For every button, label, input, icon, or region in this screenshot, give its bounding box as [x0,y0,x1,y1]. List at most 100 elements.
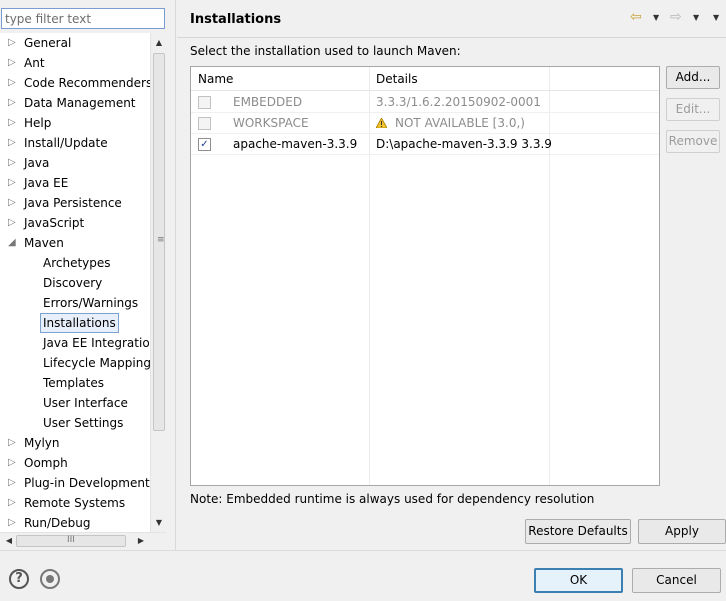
tree-item-label: Mylyn [24,436,60,450]
tree-item[interactable]: Discovery [0,273,150,293]
tree-item-label: Templates [43,376,105,390]
collapsed-twisty-icon[interactable]: ▷ [8,73,18,93]
tree-item-label: Oomph [24,456,68,470]
collapsed-twisty-icon[interactable]: ▷ [8,453,18,473]
tree-item[interactable]: Java EE Integration [0,333,150,353]
preferences-tree-pane: ▷ General ▷ Ant ▷ Code Recommenders ▷ Data Mana… [0,0,176,550]
tree-item-label: Java [24,156,50,170]
collapsed-twisty-icon[interactable]: ▷ [8,213,18,233]
collapsed-twisty-icon[interactable]: ▷ [8,113,18,133]
grip-icon: III [67,535,75,545]
table-row[interactable]: EMBEDDED 3.3.3/1.6.2.20150902-0001 [191,92,659,113]
column-header-details[interactable]: Details [369,67,418,91]
table-header: Name Details [191,67,659,91]
installation-details: NOT AVAILABLE [3.0,) [376,113,525,134]
collapsed-twisty-icon[interactable]: ▷ [8,33,18,53]
scroll-up-arrow-icon[interactable]: ▲ [151,36,167,50]
collapsed-twisty-icon[interactable]: ▷ [8,473,18,493]
scroll-left-arrow-icon[interactable]: ◀ [2,533,16,549]
installation-details: D:\apache-maven-3.3.9 3.3.9 [376,137,552,151]
table-row[interactable]: WORKSPACE NOT AVAILABLE [3.0,) [191,113,659,134]
tree-item-label: Errors/Warnings [43,296,139,310]
tree-item[interactable]: ▷ Remote Systems [0,493,150,513]
row-checkbox[interactable] [198,117,211,130]
collapsed-twisty-icon[interactable]: ▷ [8,493,18,513]
tree-horizontal-scrollbar[interactable]: ◀ III ▶ [0,532,166,548]
back-arrow-icon[interactable]: ⇦ [630,9,642,25]
tree-item[interactable]: Errors/Warnings [0,293,150,313]
horizontal-scroll-thumb[interactable]: III [16,535,126,547]
installation-name: WORKSPACE [233,116,309,130]
tree-item[interactable]: ▷ JavaScript [0,213,150,233]
collapsed-twisty-icon[interactable]: ▷ [8,173,18,193]
collapsed-twisty-icon[interactable]: ▷ [8,133,18,153]
preferences-tree: ▷ General ▷ Ant ▷ Code Recommenders ▷ Data Mana… [0,33,150,532]
add-button[interactable]: Add... [666,66,720,89]
details-text: NOT AVAILABLE [3.0,) [395,116,525,130]
tree-item[interactable]: ▷ Run/Debug [0,513,150,532]
tree-item[interactable]: User Settings [0,413,150,433]
runtime-note: Note: Embedded runtime is always used fo… [190,492,595,506]
tree-item[interactable]: ▷ Java [0,153,150,173]
tree-item[interactable]: ▷ Install/Update [0,133,150,153]
tree-item[interactable]: ▷ Java Persistence [0,193,150,213]
tree-item[interactable]: ▷ Plug-in Development [0,473,150,493]
edit-button[interactable]: Edit... [666,98,720,121]
expanded-twisty-icon[interactable]: ◢ [8,233,18,253]
tree-item[interactable]: ▷ Ant [0,53,150,73]
collapsed-twisty-icon[interactable]: ▷ [8,153,18,173]
record-icon[interactable] [40,569,60,589]
tree-item-label: Java EE Integration [43,336,150,350]
collapsed-twisty-icon[interactable]: ▷ [8,513,18,532]
row-checkbox[interactable]: ✓ [198,138,211,151]
view-menu-chevron-icon[interactable]: ▼ [713,13,719,22]
tree-item-label: User Interface [43,396,128,410]
filter-input[interactable] [1,8,165,29]
tree-item-label: Java Persistence [24,196,122,210]
scroll-down-arrow-icon[interactable]: ▼ [151,516,167,530]
tree-vertical-scrollbar[interactable]: ▲ ≡ ▼ [150,33,166,532]
apply-button[interactable]: Apply [638,519,726,544]
help-icon[interactable]: ? [9,569,29,589]
remove-button[interactable]: Remove [666,130,720,153]
forward-menu-chevron-icon[interactable]: ▼ [693,13,699,22]
tree-item[interactable]: ◢ Maven [0,233,150,253]
tree-item[interactable]: ▷ Data Management [0,93,150,113]
collapsed-twisty-icon[interactable]: ▷ [8,53,18,73]
tree-item[interactable]: ▷ Java EE [0,173,150,193]
tree-item[interactable]: ▷ Mylyn [0,433,150,453]
tree-item-label: Install/Update [24,136,108,150]
tree-item[interactable]: ▷ General [0,33,150,53]
table-row[interactable]: ✓ apache-maven-3.3.9 D:\apache-maven-3.3.9… [191,134,659,155]
tree-item-label: Discovery [43,276,103,290]
column-header-name[interactable]: Name [191,67,233,91]
back-menu-chevron-icon[interactable]: ▼ [653,13,659,22]
scroll-right-arrow-icon[interactable]: ▶ [134,533,148,549]
tree-item-label: Ant [24,56,45,70]
tree-item-label: Archetypes [43,256,111,270]
tree-item[interactable]: Lifecycle Mappings [0,353,150,373]
restore-defaults-button[interactable]: Restore Defaults [525,519,631,544]
collapsed-twisty-icon[interactable]: ▷ [8,93,18,113]
collapsed-twisty-icon[interactable]: ▷ [8,433,18,453]
installation-name: EMBEDDED [233,95,303,109]
tree-item[interactable]: ▷ Oomph [0,453,150,473]
tree-item[interactable]: ▷ Help [0,113,150,133]
tree-item-label: General [24,36,72,50]
cancel-button[interactable]: Cancel [632,568,721,593]
ok-button[interactable]: OK [534,568,623,593]
tree-item-label: JavaScript [24,216,85,230]
row-checkbox[interactable] [198,96,211,109]
tree-item[interactable]: Templates [0,373,150,393]
tree-item[interactable]: User Interface [0,393,150,413]
tree-item-label: Remote Systems [24,496,126,510]
installation-name: apache-maven-3.3.9 [233,137,358,151]
collapsed-twisty-icon[interactable]: ▷ [8,193,18,213]
tree-item[interactable]: ▷ Code Recommenders [0,73,150,93]
tree-item[interactable]: Archetypes [0,253,150,273]
grip-icon: ≡ [157,235,165,245]
tree-item[interactable]: Installations [0,313,150,333]
tree-item-label: Help [24,116,52,130]
forward-arrow-icon[interactable]: ⇨ [670,9,682,25]
vertical-scroll-thumb[interactable]: ≡ [153,53,165,431]
